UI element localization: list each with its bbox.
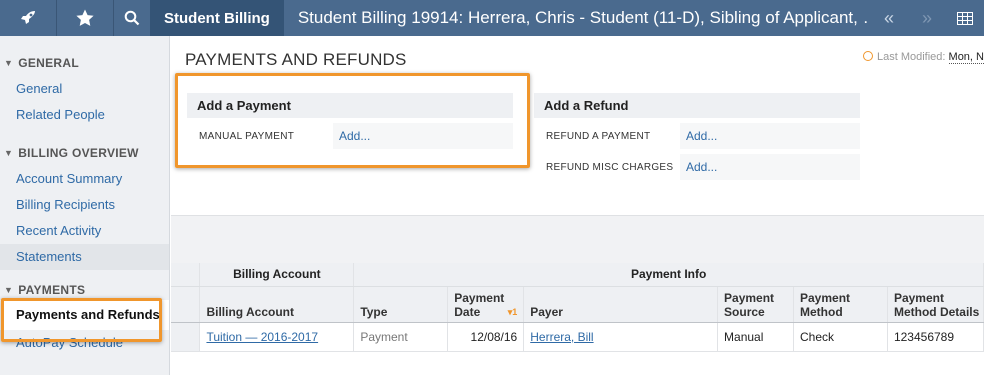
column-header-payment-method[interactable]: Payment Method [793,286,888,323]
sidebar-item-billing-recipients[interactable]: Billing Recipients [0,192,169,218]
cell-type: Payment [353,322,449,352]
cell-payer: Herrera, Bill [523,322,719,352]
row-stub [171,286,201,323]
sidebar-item-related-people[interactable]: Related People [0,102,169,128]
manual-payment-add-link[interactable]: Add... [333,123,513,149]
refund-payment-label: REFUND A PAYMENT [546,130,651,142]
cell-payment-method-details: 123456789 [887,322,984,352]
section-divider [171,215,984,264]
table-row[interactable]: Tuition — 2016-2017 Payment 12/08/16 Her… [171,322,984,352]
manual-payment-label: MANUAL PAYMENT [199,130,295,142]
refund-misc-row: REFUND MISC CHARGES Add... [534,154,860,180]
add-payment-title: Add a Payment [187,93,513,118]
grid-icon[interactable] [946,0,984,36]
sidebar-item-recent-activity[interactable]: Recent Activity [0,218,169,244]
manual-payment-row: MANUAL PAYMENT Add... [187,123,513,149]
column-header-payment-date[interactable]: Payment Date ▾1 [447,286,525,323]
group-header-payment-info: Payment Info [353,263,984,287]
column-header-type[interactable]: Type [353,286,449,323]
column-header-billing-account[interactable]: Billing Account [199,286,355,323]
star-icon[interactable] [57,0,113,36]
cell-billing-account: Tuition — 2016-2017 [199,322,355,352]
section-payments[interactable]: ▼ PAYMENTS [0,280,169,300]
sidebar-item-payments-and-refunds[interactable]: Payments and Refunds [0,300,169,330]
sidebar-item-account-summary[interactable]: Account Summary [0,166,169,192]
collapse-triangle-icon: ▼ [4,285,14,295]
row-stub [171,263,201,287]
last-modified-value[interactable]: Mon, N [948,51,984,64]
column-header-payment-source[interactable]: Payment Source [717,286,794,323]
payments-table: Billing Account Payment Info Billing Acc… [171,263,984,352]
record-title: Student Billing 19914: Herrera, Chris - … [297,8,870,27]
refund-payment-row: REFUND A PAYMENT Add... [534,123,860,149]
column-header-payer[interactable]: Payer [523,286,719,323]
clock-icon [862,51,873,61]
page-title: PAYMENTS AND REFUNDS [185,50,407,69]
payer-link[interactable]: Herrera, Bill [530,330,593,344]
column-header-payment-method-details[interactable]: Payment Method Details [887,286,984,323]
sort-desc-icon: ▾1 [507,306,518,317]
cell-payment-source: Manual [717,322,794,352]
collapse-triangle-icon: ▼ [4,148,14,158]
sidebar-item-autopay-schedule[interactable]: AutoPay Schedule [0,330,169,356]
next-record-icon[interactable]: » [908,0,946,36]
last-modified: Last Modified: Mon, N [862,51,984,64]
section-billing-overview[interactable]: ▼ BILLING OVERVIEW [0,140,169,166]
add-refund-title: Add a Refund [534,93,860,118]
cell-payment-method: Check [793,322,888,352]
row-stub [171,322,201,352]
refund-payment-add-link[interactable]: Add... [680,123,860,149]
sidebar-item-general[interactable]: General [0,76,169,102]
collapse-triangle-icon: ▼ [4,58,14,68]
main-content: PAYMENTS AND REFUNDS Last Modified: Mon,… [171,36,984,375]
refund-misc-label: REFUND MISC CHARGES [546,161,674,173]
previous-record-icon[interactable]: « [870,0,908,36]
column-header-row: Billing Account Type Payment Date ▾1 Pay… [171,286,984,323]
sidebar: ▼ GENERAL General Related People ▼ BILLING… [0,36,170,375]
cell-payment-date: 12/08/16 [447,322,525,352]
section-general[interactable]: ▼ GENERAL [0,50,169,76]
group-header-billing-account: Billing Account [199,263,355,287]
group-header-row: Billing Account Payment Info [171,263,984,287]
breadcrumb-app[interactable]: Student Billing [150,0,284,36]
search-icon[interactable] [114,0,150,36]
sidebar-item-statements[interactable]: Statements [0,244,169,270]
top-bar: Student Billing Student Billing 19914: H… [0,0,984,36]
refund-misc-add-link[interactable]: Add... [680,154,860,180]
billing-account-link[interactable]: Tuition — 2016-2017 [206,330,318,344]
rocket-icon[interactable] [0,0,56,36]
